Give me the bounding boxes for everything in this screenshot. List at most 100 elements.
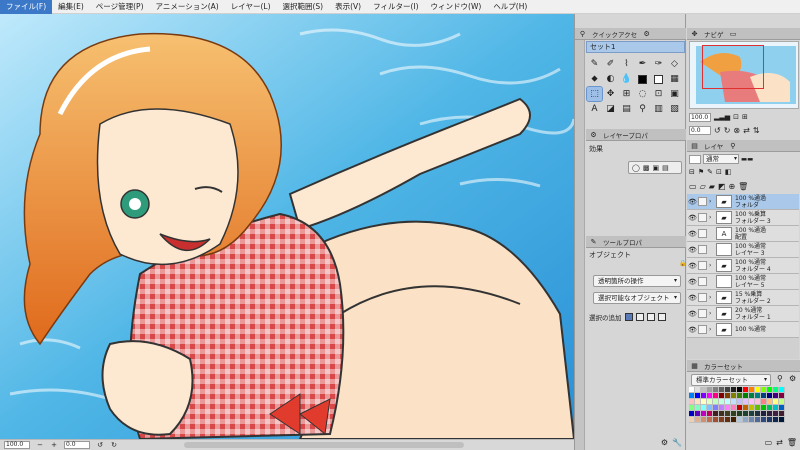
delete-color-icon[interactable]: 🗑 <box>787 438 797 447</box>
eye-icon[interactable]: 👁 <box>687 262 698 270</box>
delete-icon[interactable]: 🗑 <box>738 182 748 191</box>
layer-lock-toggle[interactable] <box>698 261 707 270</box>
zoom-reset-icon[interactable]: ⊞ <box>742 113 748 121</box>
chevron-right-icon[interactable]: › <box>709 214 716 221</box>
lasso-icon[interactable]: ◌ <box>635 87 650 101</box>
rotate-right-icon[interactable]: ↻ <box>724 126 731 135</box>
layer-lock-toggle[interactable] <box>698 197 707 206</box>
eye-icon[interactable]: 👁 <box>687 246 698 254</box>
layer-tab[interactable]: レイヤ <box>702 141 725 151</box>
effect-more-icon[interactable]: ▤ <box>662 164 669 172</box>
draft-icon[interactable]: ✎ <box>707 168 713 176</box>
selection-mode-add-icon[interactable] <box>635 313 644 321</box>
layer-lock-toggle[interactable] <box>698 277 707 286</box>
layer-row[interactable]: 👁 › ▰ 100 %通常 <box>687 322 799 338</box>
swatch-black-icon[interactable] <box>635 72 650 86</box>
menu-page[interactable]: ページ管理(P) <box>90 0 150 14</box>
quick-access-tab[interactable]: クイックアクセ <box>590 29 639 39</box>
navigator-tab[interactable]: ナビゲ <box>702 29 726 39</box>
layer-row[interactable]: 👁 100 %通常 レイヤー 3 <box>687 242 799 258</box>
tool-tab-icon[interactable]: ⚙ <box>642 29 651 38</box>
canvas-angle-field[interactable]: 0.0 <box>64 441 90 449</box>
layer-lock-toggle[interactable] <box>698 213 707 222</box>
eye-icon[interactable]: 👁 <box>687 198 698 206</box>
fill-icon[interactable]: ⬥ <box>587 72 602 86</box>
eye-icon[interactable]: 👁 <box>687 310 698 318</box>
quick-access-set[interactable]: セット1 <box>586 41 685 53</box>
layer-lock-toggle[interactable] <box>698 229 707 238</box>
rotate-left-icon[interactable]: ↺ <box>96 441 104 449</box>
transparent-icon[interactable]: ▦ <box>667 72 682 86</box>
shape-icon[interactable]: ◪ <box>603 102 618 116</box>
brush-icon[interactable]: ⌇ <box>619 57 634 71</box>
eye-icon[interactable]: 👁 <box>687 326 698 334</box>
lock-icon[interactable]: 🔒 <box>679 260 686 267</box>
menu-view[interactable]: 表示(V) <box>329 0 367 14</box>
blend-mode-dropdown[interactable]: 通常 ▾ <box>703 154 739 164</box>
tool-property-tab[interactable]: ツールプロパ <box>601 237 644 247</box>
add-color-icon[interactable]: ▭ <box>765 438 773 447</box>
eye-icon[interactable]: 👁 <box>687 214 698 222</box>
eye-icon[interactable]: 👁 <box>687 230 698 238</box>
balloon-icon[interactable]: ⚲ <box>635 102 650 116</box>
rotate-left-icon[interactable]: ↺ <box>714 126 721 135</box>
menu-help[interactable]: ヘルプ(H) <box>487 0 533 14</box>
crop-icon[interactable]: ⊡ <box>651 87 666 101</box>
chevron-right-icon[interactable]: › <box>709 326 716 333</box>
effect-tone-icon[interactable]: ▩ <box>643 164 650 172</box>
pen-icon[interactable]: ✎ <box>587 57 602 71</box>
menu-edit[interactable]: 編集(E) <box>52 0 90 14</box>
lock-transparent-icon[interactable]: ⊡ <box>716 168 722 176</box>
airbrush-icon[interactable]: ✑ <box>651 57 666 71</box>
ruler-icon[interactable]: ▤ <box>619 102 634 116</box>
effect-circle-icon[interactable]: ◯ <box>632 164 640 172</box>
color-set-dropdown[interactable]: 標準カラーセット ▾ <box>691 374 771 386</box>
zoom-slider-icon[interactable]: ▂▃▅ <box>714 113 730 121</box>
chevron-right-icon[interactable]: › <box>709 198 716 205</box>
rotate-reset-icon[interactable]: ⊗ <box>733 126 740 135</box>
opacity-slider-icon[interactable]: ▬▬ <box>741 155 753 163</box>
layer-lock-toggle[interactable] <box>698 293 707 302</box>
chevron-right-icon[interactable]: › <box>709 294 716 301</box>
eraser-icon[interactable]: ◇ <box>667 57 682 71</box>
chevron-right-icon[interactable]: › <box>709 262 716 269</box>
sub-view-icon[interactable]: ▭ <box>729 29 738 38</box>
layer-property-tab[interactable]: レイヤープロパ <box>601 130 650 140</box>
layer-lock-toggle[interactable] <box>698 309 707 318</box>
navigator-view-rect[interactable] <box>702 45 764 89</box>
layer-row[interactable]: 👁 › ▰ 100 %乗算 フォルダー 3 <box>687 210 799 226</box>
mask-add-icon[interactable]: ◩ <box>718 182 726 191</box>
clip-icon[interactable]: ⊟ <box>689 168 695 176</box>
transparent-op-dropdown[interactable]: 透明箇所の操作 ▾ <box>593 275 681 287</box>
layer-lock-toggle[interactable] <box>698 245 707 254</box>
frame2-icon[interactable]: ▥ <box>651 102 666 116</box>
effect-pattern-icon[interactable]: ▣ <box>652 164 659 172</box>
frame-icon[interactable]: ▣ <box>667 87 682 101</box>
color-set-tab[interactable]: カラーセット <box>702 361 745 371</box>
move-icon[interactable]: ✥ <box>603 87 618 101</box>
wrench-icon[interactable]: 🔧 <box>672 438 682 447</box>
menu-animation[interactable]: アニメーション(A) <box>150 0 225 14</box>
merge-icon[interactable]: ⊕ <box>728 182 735 191</box>
canvas-zoom-field[interactable]: 100.0 <box>4 441 30 449</box>
eye-icon[interactable]: 👁 <box>687 294 698 302</box>
new-vector-icon[interactable]: ▱ <box>700 182 706 191</box>
subtool-settings-icon[interactable]: ⚙ <box>661 438 668 447</box>
gradient-icon[interactable]: ◐ <box>603 72 618 86</box>
menu-selection[interactable]: 選択範囲(S) <box>277 0 330 14</box>
menu-layer[interactable]: レイヤー(L) <box>225 0 277 14</box>
layer-row[interactable]: 👁 › ▰ 100 %通過 フォルダ <box>687 194 799 210</box>
color-search-icon[interactable]: ⚲ <box>777 374 783 383</box>
mask-icon[interactable]: ◧ <box>725 168 732 176</box>
text-icon[interactable]: A <box>587 102 602 116</box>
menu-file[interactable]: ファイル(F) <box>0 0 53 14</box>
layer-lock-toggle[interactable] <box>698 325 707 334</box>
swatch-white-icon[interactable] <box>651 72 666 86</box>
transform-icon[interactable]: ⊞ <box>619 87 634 101</box>
menu-window[interactable]: ウィンドウ(W) <box>425 0 488 14</box>
ref-layer-icon[interactable]: ⚑ <box>698 168 704 176</box>
new-folder-icon[interactable]: ▰ <box>709 182 715 191</box>
layer-row[interactable]: 👁 100 %通常 レイヤー 5 <box>687 274 799 290</box>
select-icon[interactable]: ⬚ <box>586 86 603 102</box>
more-icon[interactable]: ▧ <box>667 102 682 116</box>
